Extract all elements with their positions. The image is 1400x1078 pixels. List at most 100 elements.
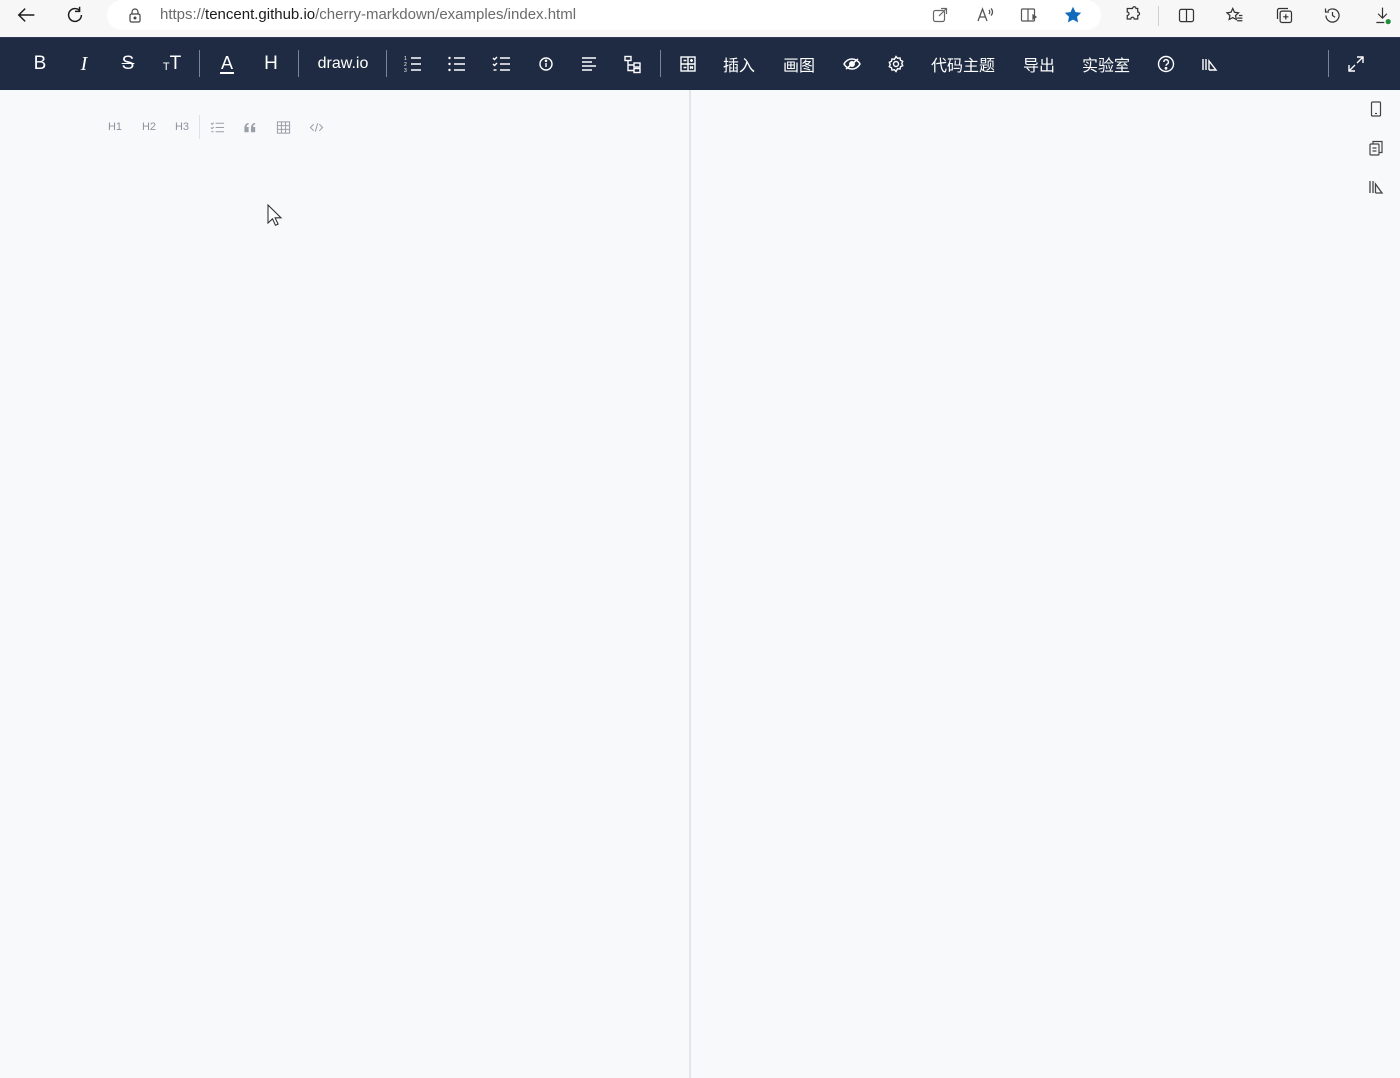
copy-icon [1369,140,1383,156]
help-button[interactable] [1154,38,1178,90]
phone-icon [1370,101,1382,117]
header-button[interactable]: H [258,38,284,90]
float-h2-label: H2 [141,121,157,133]
toggle-preview-button[interactable] [840,38,864,90]
toolbar-separator [1328,50,1329,77]
toc-button[interactable] [1198,38,1222,90]
eye-icon [843,58,861,70]
fullscreen-button[interactable] [1344,38,1368,90]
float-quote-button[interactable] [240,114,260,140]
code-theme-label: 代码主题 [930,58,995,75]
checklist-icon [492,56,510,71]
split-screen-button[interactable] [1174,3,1198,27]
code-icon [309,122,323,132]
float-h1-label: H1 [107,121,123,133]
extensions-icon [1126,5,1140,20]
table-icon [276,120,290,134]
quote-icon [243,122,255,132]
immersive-reader-icon [1020,8,1038,22]
history-icon [1324,7,1340,23]
split-screen-icon [1178,8,1194,22]
mobile-preview-button[interactable] [1364,97,1388,121]
export-label: 导出 [1022,58,1055,75]
url-path: /cherry-markdown/examples/index.html [315,6,577,23]
checklist-button[interactable] [490,38,514,90]
text-color-button[interactable]: A [214,38,240,90]
svg-text:3: 3 [404,68,407,74]
copy-button[interactable] [1364,136,1388,160]
gear-icon [888,55,904,73]
panel-button[interactable] [534,38,558,90]
italic-label: I [80,52,88,75]
strikethrough-button[interactable]: S [115,38,141,90]
lab-label: 实验室 [1081,58,1130,75]
font-size-label: T [169,53,182,74]
tree-structure-icon [624,55,641,74]
collections-icon [1276,7,1292,23]
read-aloud-icon [977,7,994,22]
justify-button[interactable] [577,38,601,90]
float-h3-button[interactable]: H3 [171,114,193,140]
draw-menu[interactable]: 画图 [778,38,820,90]
formula-button[interactable] [676,38,700,90]
extensions-button[interactable] [1120,3,1144,27]
text-color-label: A [219,53,234,74]
settings-button[interactable] [884,38,908,90]
float-table-button[interactable] [273,114,293,140]
float-menu-separator [199,115,200,139]
immersive-reader-button[interactable] [1018,4,1040,26]
float-code-button[interactable] [306,114,326,140]
back-arrow-icon [17,8,35,22]
lab-menu[interactable]: 实验室 [1078,38,1134,90]
toc-side-button[interactable] [1364,175,1388,199]
export-menu[interactable]: 导出 [1018,38,1060,90]
font-size-button[interactable]: T T [159,38,185,90]
calculator-icon [680,56,696,72]
toolbar-separator [199,50,200,77]
italic-button[interactable]: I [71,38,97,90]
read-aloud-button[interactable] [974,4,996,26]
markdown-editor[interactable] [0,90,690,1078]
open-in-app-icon [932,7,948,23]
insert-menu[interactable]: 插入 [718,38,760,90]
drawio-label: draw.io [317,55,369,72]
favorites-button[interactable] [1222,3,1246,27]
ordered-list-button[interactable]: 123 [401,38,425,90]
toolbar-separator [298,50,299,77]
unordered-list-icon [448,56,465,72]
code-theme-menu[interactable]: 代码主题 [926,38,1000,90]
favorite-button[interactable] [1062,4,1084,26]
lock-icon[interactable] [127,7,143,23]
draw-label: 画图 [782,58,815,75]
open-in-app-button[interactable] [929,4,951,26]
drawio-button[interactable]: draw.io [312,38,374,90]
back-button[interactable] [13,1,41,29]
float-h2-button[interactable]: H2 [138,114,160,140]
editor-toolbar: B I S T T A H draw.io 123 插入 画图 代码主题 导出 … [0,37,1400,90]
refresh-button[interactable] [61,1,89,29]
checklist-icon [210,121,224,132]
favorites-icon [1225,6,1242,21]
url-text[interactable]: https://tencent.github.io/cherry-markdow… [160,6,576,23]
downloads-button[interactable] [1370,3,1394,27]
header-label: H [264,53,278,74]
unordered-list-button[interactable] [445,38,469,90]
url-host: tencent.github.io [205,6,316,23]
chrome-separator [1158,6,1159,26]
markdown-preview [691,90,1400,1078]
float-checklist-button[interactable] [207,114,227,140]
bold-label: B [33,53,47,74]
url-prefix: https:// [160,6,206,23]
strikethrough-label: S [121,53,135,74]
books-icon [1369,181,1384,194]
address-bar[interactable]: https://tencent.github.io/cherry-markdow… [107,0,1101,30]
font-size-small-label: T [162,61,170,73]
collections-button[interactable] [1272,3,1296,27]
bold-button[interactable]: B [27,38,53,90]
books-icon [1202,58,1218,71]
detail-button[interactable] [621,38,645,90]
ordered-list-icon: 123 [404,56,421,74]
float-h3-label: H3 [174,121,190,133]
history-button[interactable] [1320,3,1344,27]
float-h1-button[interactable]: H1 [104,114,126,140]
